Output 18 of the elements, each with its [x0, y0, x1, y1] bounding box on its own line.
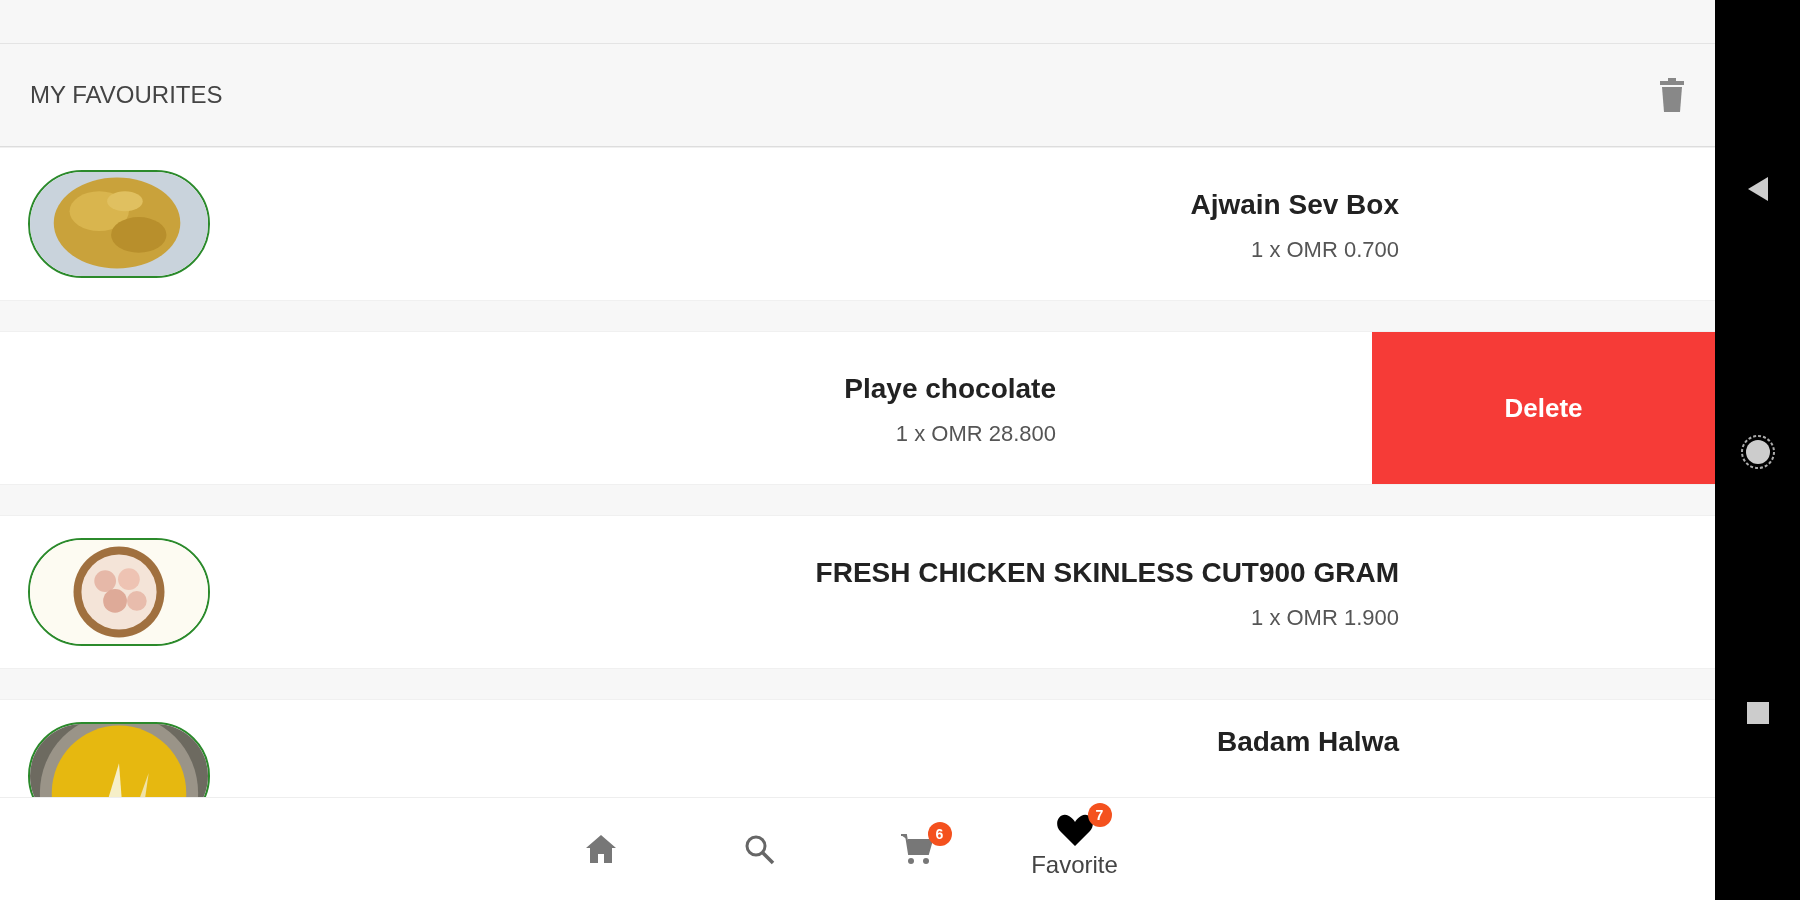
home-icon[interactable]: [1739, 434, 1776, 470]
overview-icon[interactable]: [1745, 700, 1770, 725]
heart-icon: [1055, 813, 1094, 847]
count-badge: 6: [927, 822, 952, 846]
product-name: Badam Halwa: [1216, 726, 1399, 758]
nav-tab[interactable]: 7 Favorite: [995, 798, 1154, 900]
count-badge: 7: [1087, 803, 1112, 827]
product-name: Playe chocolate: [844, 373, 1056, 405]
delete-button[interactable]: Delete: [1372, 332, 1715, 484]
product-name: Ajwain Sev Box: [1190, 189, 1399, 221]
price-text: 1 x OMR 0.700: [1251, 237, 1399, 263]
price-text: 1 x OMR 28.800: [895, 421, 1056, 447]
section-title: MY FAVOURITES: [30, 81, 223, 109]
price-text: 1 x OMR 1.900: [1251, 605, 1399, 631]
trash-icon[interactable]: [1659, 78, 1685, 112]
cart-icon: [899, 832, 934, 866]
home-icon: [584, 834, 617, 864]
product-name: FRESH CHICKEN SKINLESS CUT900 GRAM: [815, 557, 1399, 589]
